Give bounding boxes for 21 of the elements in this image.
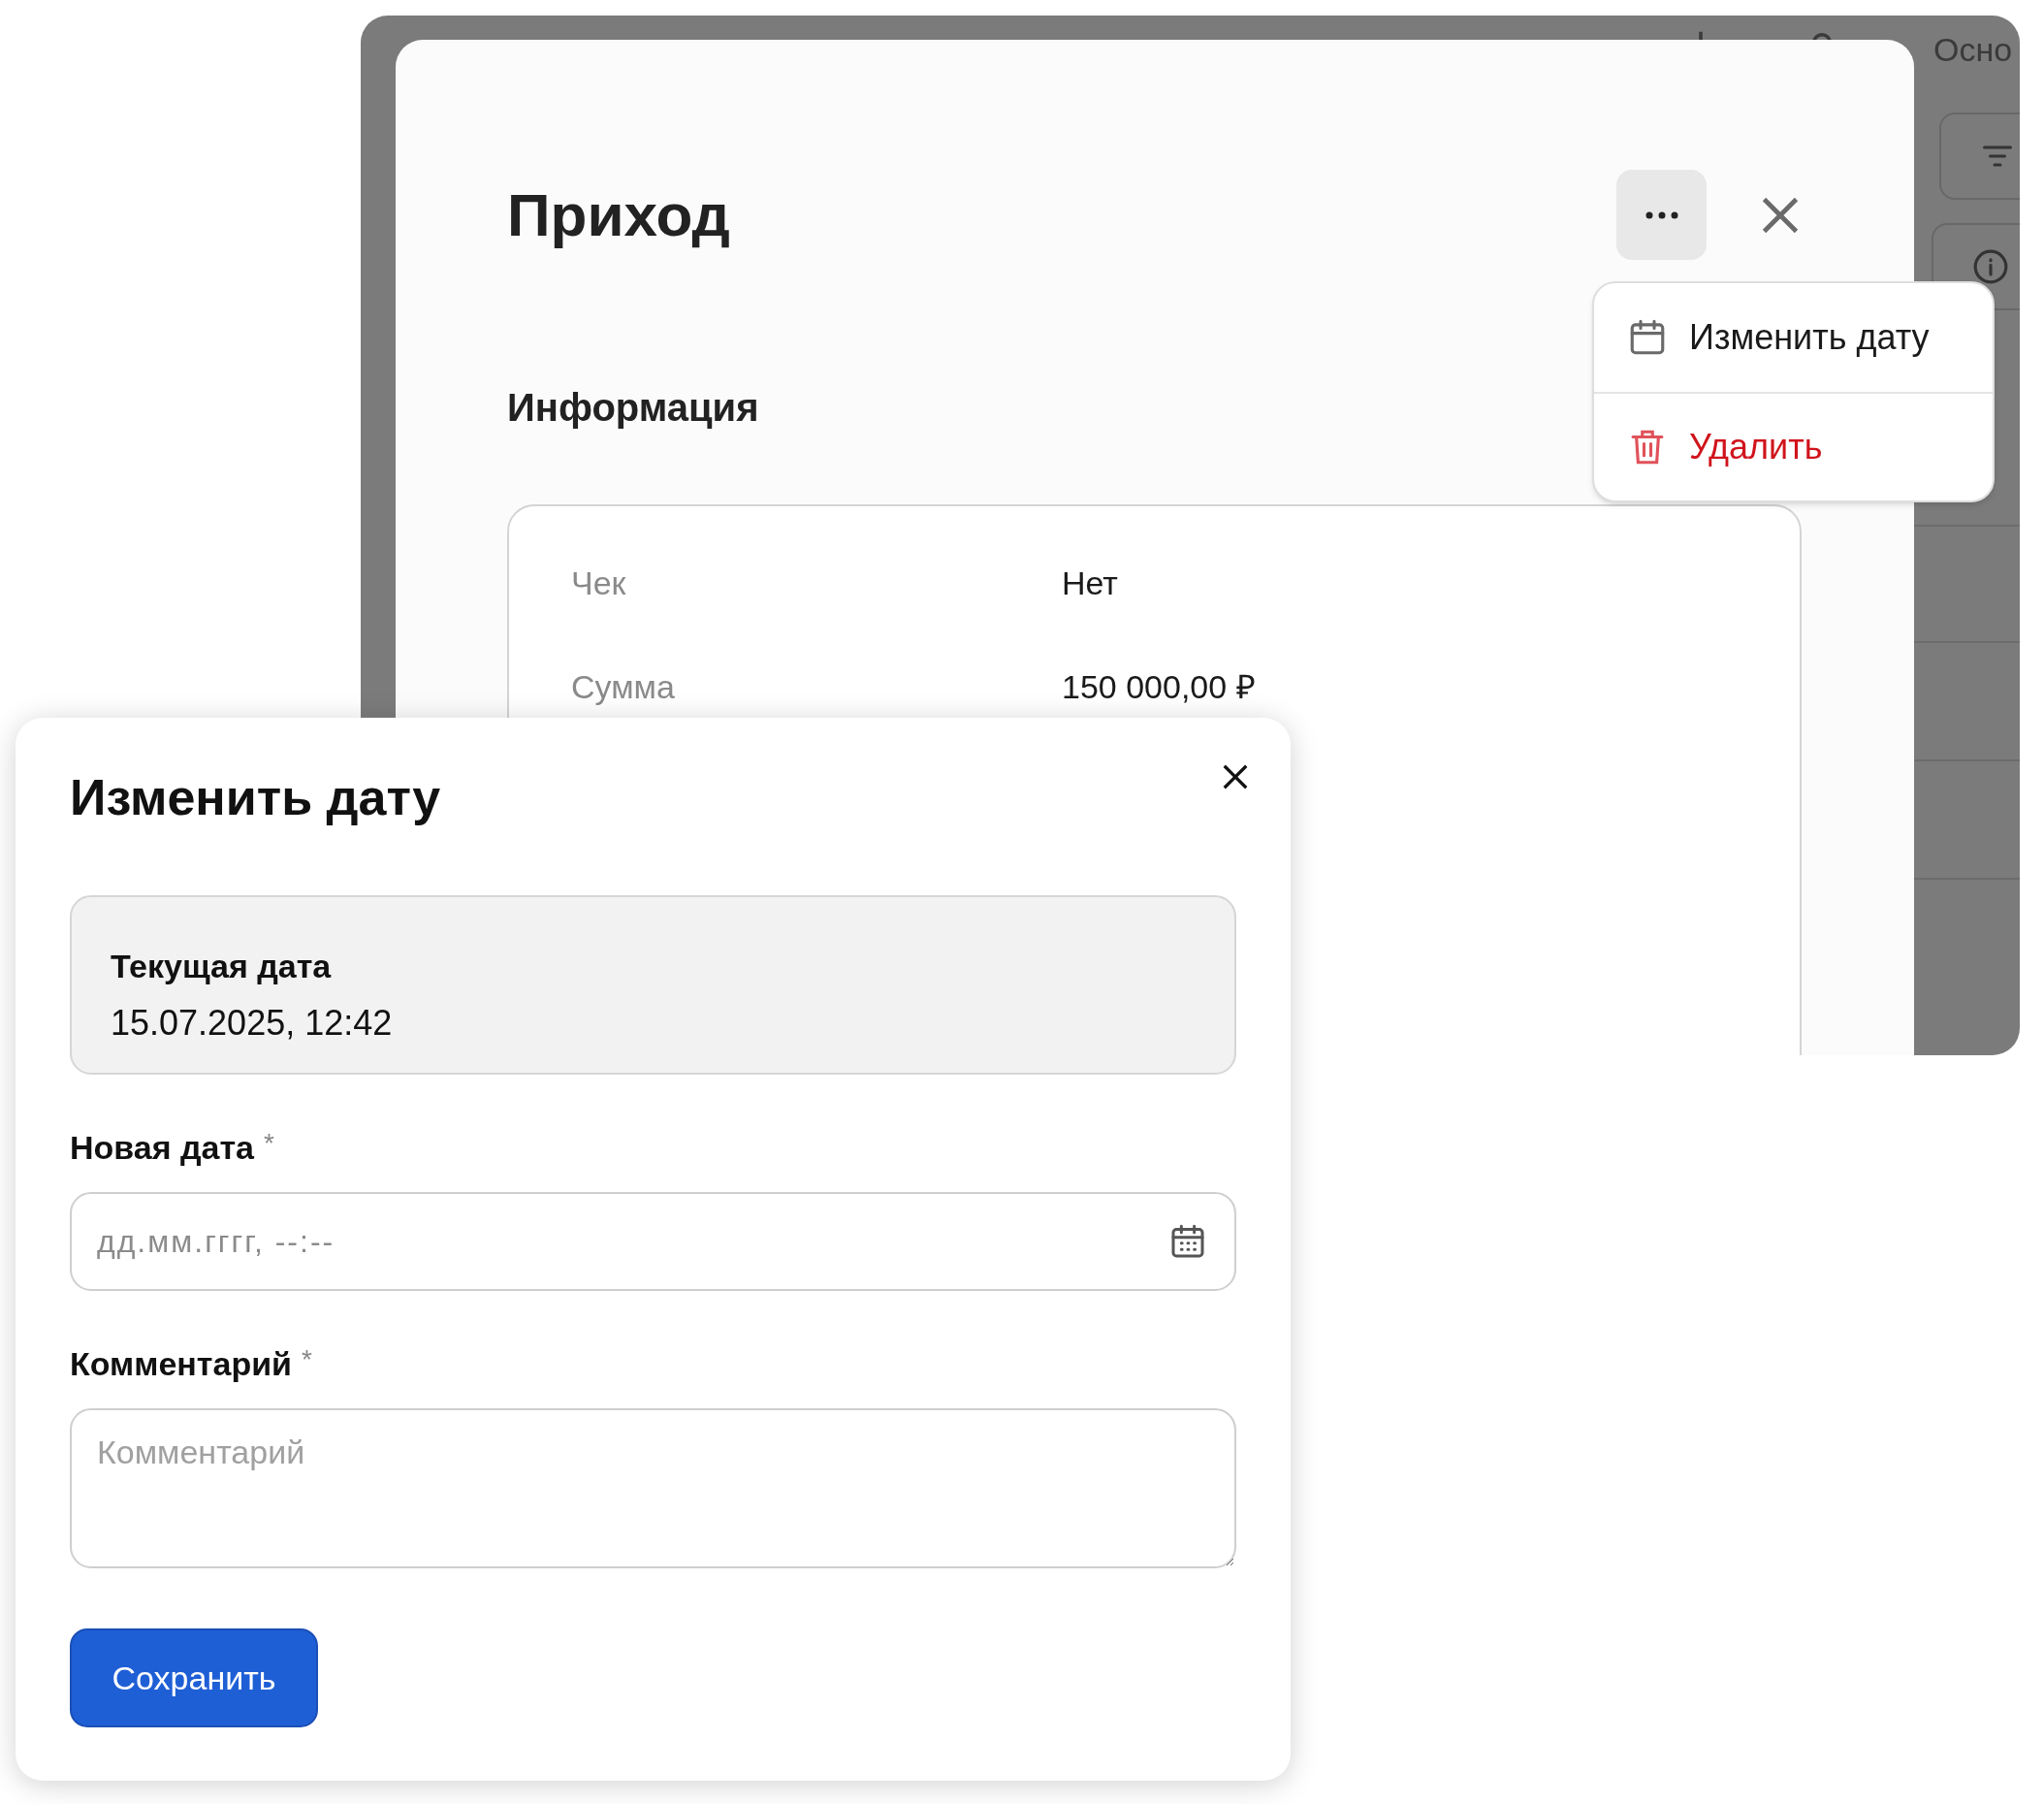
menu-item[interactable]: Удалить [1594, 392, 1993, 500]
more-icon [1644, 209, 1679, 220]
info-label: Чек [571, 564, 627, 603]
modal-title: Приход [507, 179, 730, 250]
info-value: 150 000,00 ₽ [1062, 667, 1256, 707]
field-label: Комментарий [70, 1344, 292, 1384]
menu-item[interactable]: Изменить дату [1594, 283, 1993, 392]
info-value: Нет [1062, 564, 1118, 603]
field-label: Новая дата [70, 1128, 255, 1168]
current-date-label: Текущая дата [111, 947, 333, 986]
info-icon [1972, 248, 2009, 285]
required-mark: * [301, 1343, 312, 1376]
section-title: Информация [507, 385, 760, 431]
date-field[interactable]: дд.мм.гггг, --:-- [70, 1192, 1236, 1291]
dialog-title: Изменить дату [70, 768, 441, 827]
required-mark: * [264, 1127, 274, 1160]
current-date-value: 15.07.2025, 12:42 [111, 1002, 394, 1045]
comment-field[interactable]: Комментарий [70, 1408, 1236, 1568]
info-label: Сумма [571, 667, 676, 707]
save-button[interactable]: Сохранить [70, 1628, 318, 1727]
close-icon[interactable] [1221, 762, 1250, 791]
